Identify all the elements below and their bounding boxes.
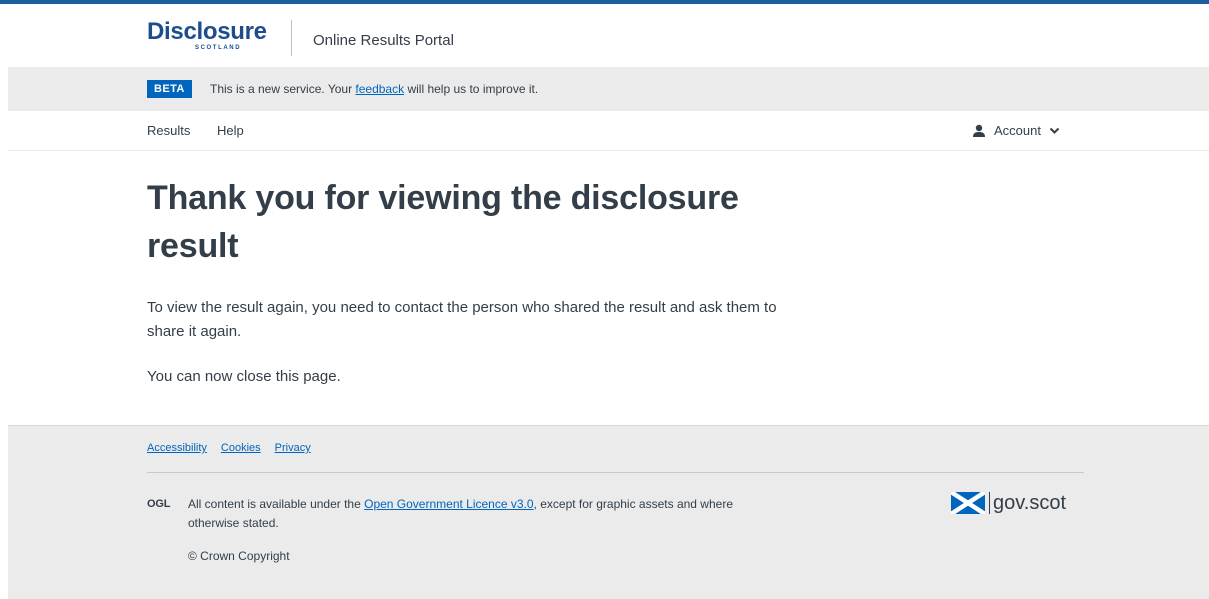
nav-item-help[interactable]: Help [217,123,244,138]
footer-links: Accessibility Cookies Privacy [147,442,311,454]
logo-wordmark: Disclosure [147,18,267,45]
chevron-down-icon [1049,127,1060,134]
open-government-licence-link[interactable]: Open Government Licence v3.0 [364,497,533,511]
person-icon [973,124,985,137]
beta-tag: BETA [147,80,192,98]
site-footer: Accessibility Cookies Privacy OGL All co… [8,425,1209,599]
feedback-link[interactable]: feedback [355,82,404,96]
page-title: Thank you for viewing the disclosure res… [147,179,739,265]
main-navigation: Results Help Account [8,111,1209,151]
beta-message: This is a new service. Your feedback wil… [210,82,538,96]
footer-link-accessibility[interactable]: Accessibility [147,442,207,454]
close-page-paragraph: You can now close this page. [147,368,341,385]
main-content: Thank you for viewing the disclosure res… [8,152,1209,425]
saltire-flag-icon [951,492,985,514]
header-divider [291,20,292,56]
gov-scot-wordmark: gov.scot [989,492,1066,514]
site-header: Disclosure SCOTLAND Online Results Porta… [0,4,1209,64]
logo-subtitle: SCOTLAND [195,45,242,51]
licence-text: All content is available under the Open … [188,495,758,533]
footer-divider [147,472,1084,473]
nav-item-results[interactable]: Results [147,123,190,138]
ogl-logo: OGL [147,498,171,510]
portal-name: Online Results Portal [313,32,454,49]
licence-text-before: All content is available under the [188,497,365,511]
gov-scot-logo[interactable]: gov.scot [951,492,1066,514]
footer-link-privacy[interactable]: Privacy [275,442,311,454]
account-label: Account [994,123,1041,138]
beta-banner: BETA This is a new service. Your feedbac… [8,67,1209,111]
account-menu[interactable]: Account [972,123,1060,138]
beta-text-before: This is a new service. Your [210,82,356,96]
instruction-paragraph: To view the result again, you need to co… [147,299,777,340]
footer-link-cookies[interactable]: Cookies [221,442,261,454]
disclosure-scotland-logo[interactable]: Disclosure SCOTLAND [147,20,275,56]
crown-copyright: © Crown Copyright [188,549,290,563]
beta-text-after: will help us to improve it. [404,82,539,96]
